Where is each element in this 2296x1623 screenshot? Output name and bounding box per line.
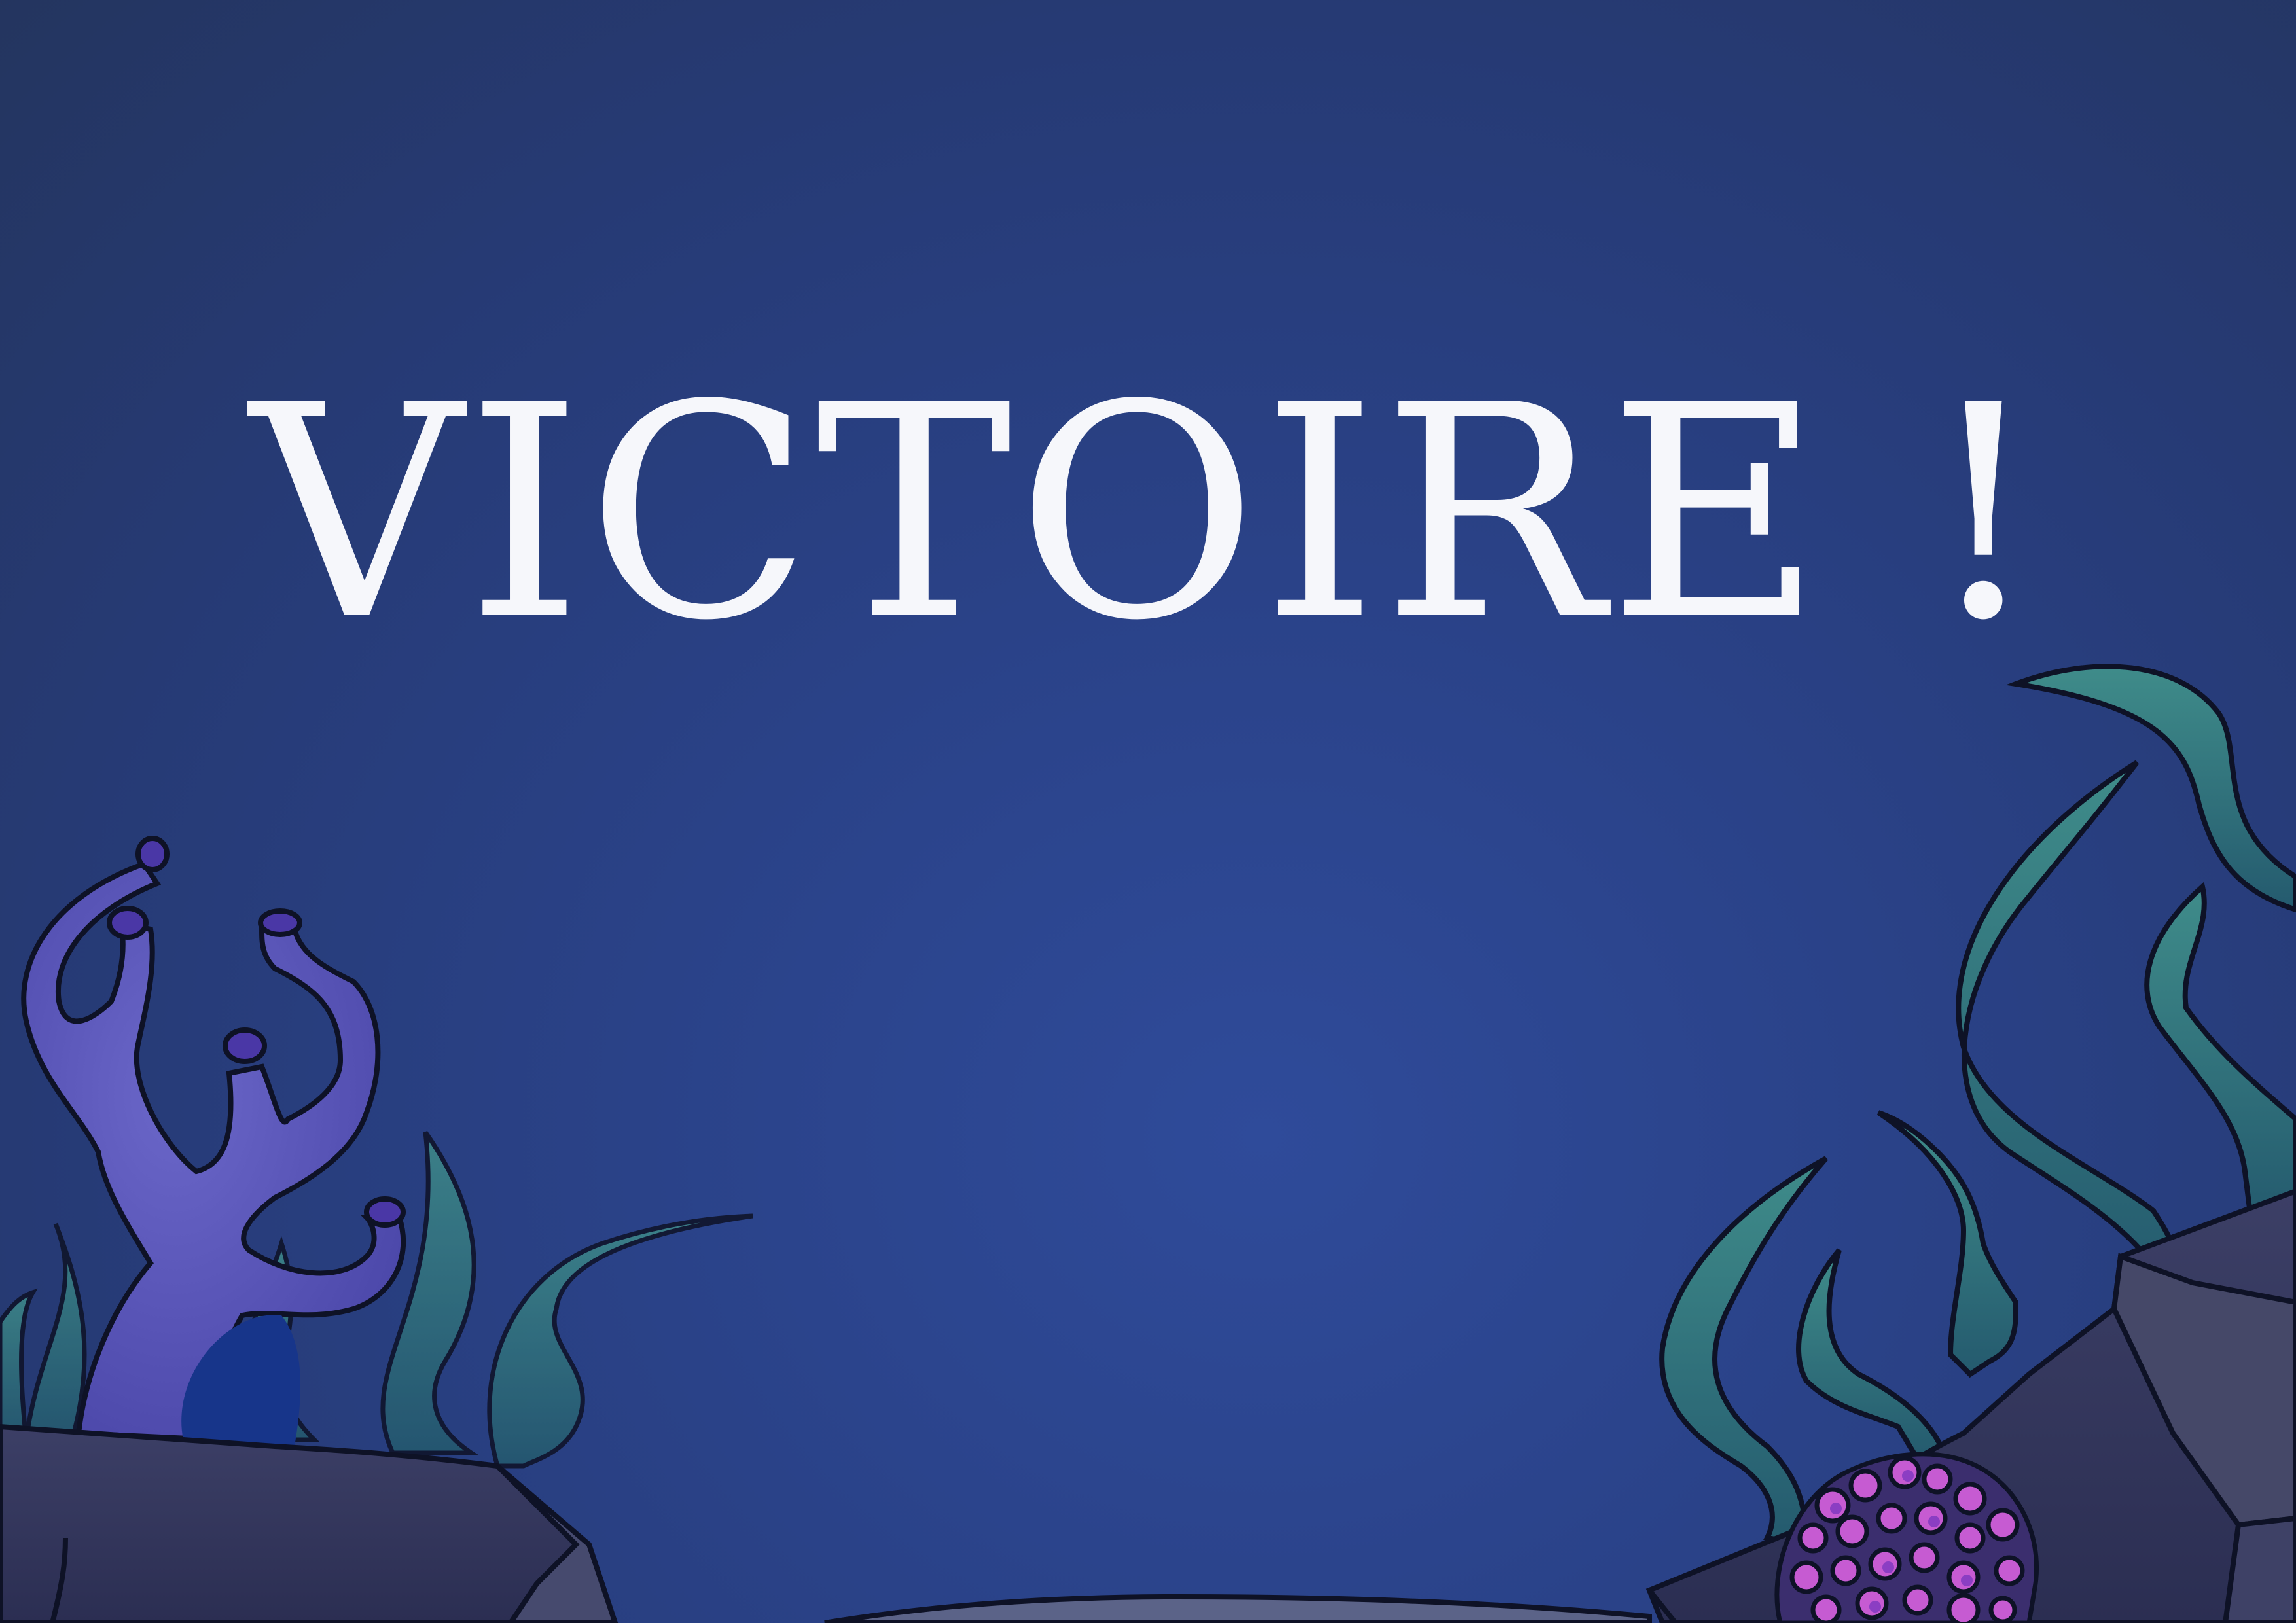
sand-floor bbox=[824, 1594, 1652, 1623]
victory-title: VICTOIRE ! bbox=[249, 342, 2047, 685]
underwater-scene bbox=[0, 664, 2296, 1623]
pink-coral bbox=[1774, 1452, 2039, 1623]
